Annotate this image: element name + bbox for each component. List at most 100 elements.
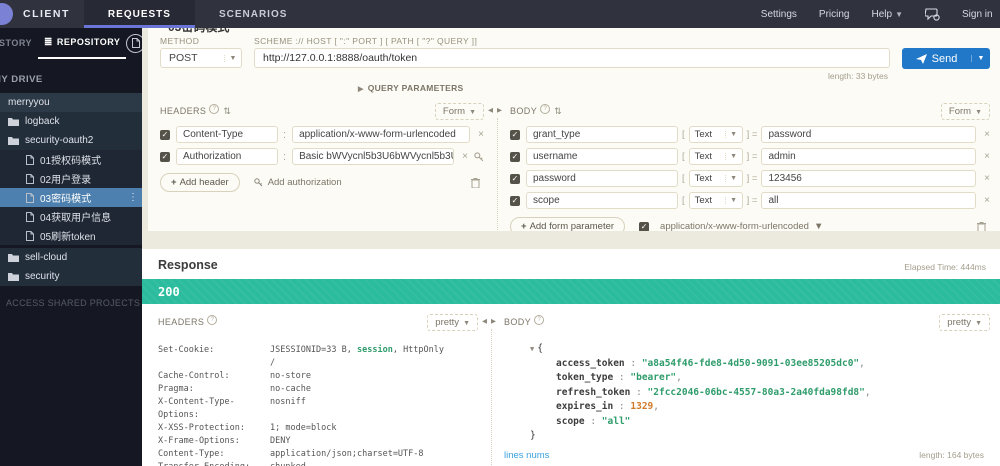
headers-mode-select[interactable]: Form ▼: [434, 102, 484, 120]
sidebar-item-security-oauth2[interactable]: security-oauth2: [0, 131, 142, 150]
remove-param-icon[interactable]: ×: [984, 195, 990, 206]
header-checkbox[interactable]: ✓: [160, 129, 170, 140]
sidebar-item-02用户登录[interactable]: 02用户登录: [0, 169, 142, 188]
sidebar: HISTORY ≣ REPOSITORY MY DRIVE merryyou lo…: [0, 28, 142, 466]
param-checkbox[interactable]: ✓: [510, 129, 520, 140]
param-name-input[interactable]: scope: [526, 192, 678, 209]
header-name-input[interactable]: Content-Type: [176, 126, 278, 143]
add-authorization-button[interactable]: Add authorization: [253, 177, 342, 188]
param-name-input[interactable]: password: [526, 170, 678, 187]
body-length: length: 164 bytes: [919, 450, 984, 460]
json-line: }: [530, 430, 536, 441]
caret-right-icon: ▶: [358, 86, 364, 93]
response-body-mode-select[interactable]: pretty ▼: [939, 313, 990, 331]
header-checkbox[interactable]: ✓: [160, 151, 170, 162]
method-select[interactable]: POST ▼: [160, 48, 242, 68]
top-tab-requests[interactable]: REQUESTS: [83, 0, 195, 28]
param-name-input[interactable]: username: [526, 148, 678, 165]
json-line: ▼{: [530, 343, 543, 354]
remove-param-icon[interactable]: ×: [984, 151, 990, 162]
top-tab-scenarios[interactable]: SCENARIOS: [195, 0, 311, 28]
remove-param-icon[interactable]: ×: [984, 173, 990, 184]
elapsed-time: Elapsed Time: 444ms: [904, 262, 986, 272]
pricing-menu-item[interactable]: Pricing: [819, 9, 850, 20]
param-value-input[interactable]: password: [761, 126, 977, 143]
help-menu-item[interactable]: Help ▼: [872, 9, 904, 20]
sidebar-item-label: sell-cloud: [25, 252, 68, 263]
header-value-input[interactable]: application/x-www-form-urlencoded: [292, 126, 471, 143]
remove-param-icon[interactable]: ×: [984, 129, 990, 140]
json-line: expires_in : 1329,: [556, 401, 659, 412]
param-checkbox[interactable]: ✓: [510, 173, 520, 184]
body-mode-select[interactable]: Form ▼: [940, 102, 990, 120]
delete-body-icon[interactable]: [977, 221, 986, 231]
item-menu-icon[interactable]: ⋮: [128, 192, 138, 203]
json-line: scope : "all": [556, 415, 631, 427]
send-button[interactable]: Send ▼: [902, 48, 990, 69]
key-icon[interactable]: [474, 151, 484, 162]
sidebar-item-01授权码模式[interactable]: 01授权码模式: [0, 150, 142, 169]
add-header-button[interactable]: + Add header: [160, 173, 240, 192]
sign-in-link[interactable]: Sign in: [962, 9, 996, 20]
header-colon: :: [283, 150, 287, 163]
chevron-down-icon: ▼: [469, 108, 476, 116]
response-header-value: application/json;charset=UTF-8: [270, 449, 424, 459]
caret-down-icon[interactable]: ▼: [530, 345, 534, 353]
param-type-select[interactable]: Text ▼: [688, 170, 743, 187]
sort-icon[interactable]: ⇅: [554, 106, 562, 117]
request-doc-icon: [26, 173, 34, 184]
param-checkbox[interactable]: ✓: [510, 195, 520, 206]
tab-history[interactable]: HISTORY: [0, 28, 38, 58]
header-name-input[interactable]: Authorization: [176, 148, 278, 165]
response-header-row: X-Frame-Options: DENY: [158, 435, 478, 448]
param-row-grant-type: ✓ grant_type[Text ▼] = password ×: [510, 126, 990, 143]
sidebar-item-04获取用户信息[interactable]: 04获取用户信息: [0, 207, 142, 226]
response-splitter[interactable]: ◀▶: [478, 312, 504, 466]
send-options-caret[interactable]: ▼: [971, 55, 990, 62]
sort-icon[interactable]: ⇅: [223, 106, 231, 117]
sidebar-item-label: logback: [25, 116, 60, 127]
param-type-select[interactable]: Text ▼: [688, 192, 743, 209]
param-type-select[interactable]: Text ▼: [688, 126, 743, 143]
sidebar-item-sell-cloud[interactable]: sell-cloud: [0, 248, 142, 267]
param-type-select[interactable]: Text ▼: [688, 148, 743, 165]
new-request-button[interactable]: [126, 33, 142, 53]
delete-headers-icon[interactable]: [471, 177, 480, 188]
lines-nums-link[interactable]: lines nums: [504, 450, 549, 461]
param-checkbox[interactable]: ✓: [510, 151, 520, 162]
folder-icon: [8, 253, 19, 262]
add-form-parameter-button[interactable]: + Add form parameter: [510, 217, 626, 231]
encoding-toggle[interactable]: ✓ application/x-www-form-urlencoded ▼: [639, 221, 823, 231]
sidebar-item-label: merryyou: [8, 97, 50, 108]
response-headers-mode-select[interactable]: pretty ▼: [427, 313, 478, 331]
sidebar-item-security[interactable]: security: [0, 267, 142, 286]
feedback-chat-icon[interactable]: [925, 7, 940, 21]
request-doc-icon: [26, 230, 34, 241]
param-value-input[interactable]: all: [761, 192, 977, 209]
param-name-input[interactable]: grant_type: [526, 126, 678, 143]
url-scheme-label: SCHEME :// HOST [ ":" PORT ] [ PATH [ "?…: [254, 36, 478, 46]
my-drive-label: MY DRIVE: [0, 74, 43, 85]
encoding-checkbox[interactable]: ✓: [639, 221, 650, 231]
request-headers-title: HEADERS: [160, 106, 207, 116]
tab-repository[interactable]: ≣ REPOSITORY: [38, 28, 127, 59]
sidebar-item-merryyou[interactable]: merryyou: [0, 93, 142, 112]
remove-header-icon[interactable]: ×: [462, 151, 468, 162]
param-value-input[interactable]: admin: [761, 148, 977, 165]
header-row-content-type: ✓ Content-Type: application/x-www-form-url…: [160, 126, 484, 143]
query-parameters-toggle[interactable]: ▶ QUERY PARAMETERS: [358, 83, 890, 93]
response-json-body: ▼{ access_token : "a8a54f46-fde8-4d50-909…: [530, 342, 990, 444]
sidebar-item-05刷新token[interactable]: 05刷新token: [0, 226, 142, 245]
key-icon: [253, 178, 263, 187]
sidebar-item-03密码模式[interactable]: 03密码模式 ⋮: [0, 188, 142, 207]
url-input[interactable]: http://127.0.0.1:8888/oauth/token: [254, 48, 890, 68]
settings-menu-item[interactable]: Settings: [761, 9, 797, 20]
sidebar-item-logback[interactable]: logback: [0, 112, 142, 131]
panel-splitter[interactable]: ◀▶: [484, 101, 510, 231]
header-row-authorization: ✓ Authorization: Basic bWVycnl5b3U6bWVycnl…: [160, 148, 484, 165]
param-value-input[interactable]: 123456: [761, 170, 977, 187]
sidebar-item-label: 01授权码模式: [40, 156, 102, 167]
json-line: access_token : "a8a54f46-fde8-4d50-9091-…: [556, 357, 865, 369]
header-value-input[interactable]: Basic bWVycnl5b3U6bWVycnl5b3U=: [292, 148, 455, 165]
response-header-name: Cache-Control:: [158, 371, 230, 381]
